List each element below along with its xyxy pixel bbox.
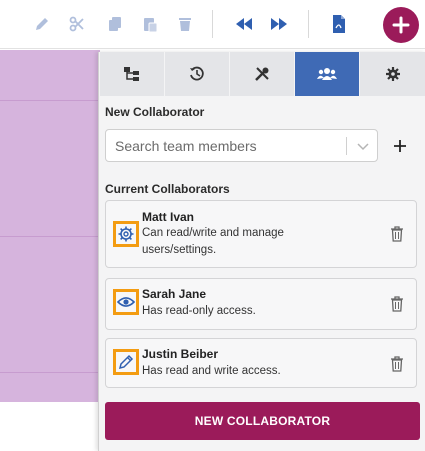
collaborator-name: Matt Ivan: [142, 210, 195, 224]
hierarchy-icon: [123, 66, 141, 82]
gear-icon: [386, 67, 400, 81]
panel-tabs: [99, 52, 425, 96]
search-input[interactable]: Search team members: [105, 129, 378, 162]
canvas-divider: [0, 100, 100, 101]
tools-icon: [254, 66, 270, 82]
pencil-icon[interactable]: [113, 349, 139, 375]
collaborator-card: Justin Beiber Has read and write access.: [105, 338, 417, 388]
plus-icon: [393, 139, 407, 153]
collaborator-name: Sarah Jane: [142, 287, 207, 301]
add-collaborator-button[interactable]: [391, 137, 409, 155]
tab-settings[interactable]: [360, 52, 425, 96]
users-icon: [317, 67, 337, 81]
tab-hierarchy[interactable]: [100, 52, 164, 96]
toolbar-divider: [212, 10, 213, 38]
paste-icon[interactable]: [138, 12, 162, 36]
collaborator-description: Can read/write and manage users/settings…: [142, 227, 284, 256]
tab-tools[interactable]: [230, 52, 294, 96]
top-toolbar: [0, 0, 425, 49]
trash-icon[interactable]: [173, 12, 197, 36]
trash-icon[interactable]: [388, 225, 406, 243]
history-icon: [189, 66, 205, 82]
new-collaborator-button[interactable]: NEW COLLABORATOR: [105, 402, 420, 440]
add-button[interactable]: [383, 7, 419, 43]
search-placeholder: Search team members: [115, 138, 257, 154]
tab-users[interactable]: [295, 52, 359, 96]
toolbar-divider: [308, 10, 309, 38]
rewind-icon[interactable]: [232, 12, 256, 36]
pdf-icon[interactable]: [327, 12, 351, 36]
trash-icon[interactable]: [388, 355, 406, 373]
plus-icon: [392, 16, 410, 34]
fast-forward-icon[interactable]: [267, 12, 291, 36]
canvas-divider: [0, 372, 100, 373]
collaborators-panel: New Collaborator Search team members Cur…: [98, 52, 425, 451]
current-collaborators-label: Current Collaborators: [105, 182, 230, 196]
eye-icon[interactable]: [113, 289, 139, 315]
copy-icon[interactable]: [103, 12, 127, 36]
collaborator-description: Has read and write access.: [142, 365, 281, 377]
scissors-icon[interactable]: [65, 12, 89, 36]
canvas-shape[interactable]: [0, 50, 100, 402]
collaborator-description: Has read-only access.: [142, 305, 256, 317]
collaborator-card: Sarah Jane Has read-only access.: [105, 278, 417, 330]
collaborator-name: Justin Beiber: [142, 347, 219, 361]
search-divider: [346, 137, 347, 155]
chevron-down-icon[interactable]: [354, 137, 372, 155]
canvas-divider: [0, 236, 100, 237]
pencil-icon[interactable]: [30, 12, 54, 36]
new-collaborator-label: New Collaborator: [105, 105, 205, 119]
tab-history[interactable]: [165, 52, 229, 96]
collaborator-card: Matt Ivan Can read/write and manage user…: [105, 200, 417, 268]
trash-icon[interactable]: [388, 295, 406, 313]
gear-icon[interactable]: [113, 221, 139, 247]
